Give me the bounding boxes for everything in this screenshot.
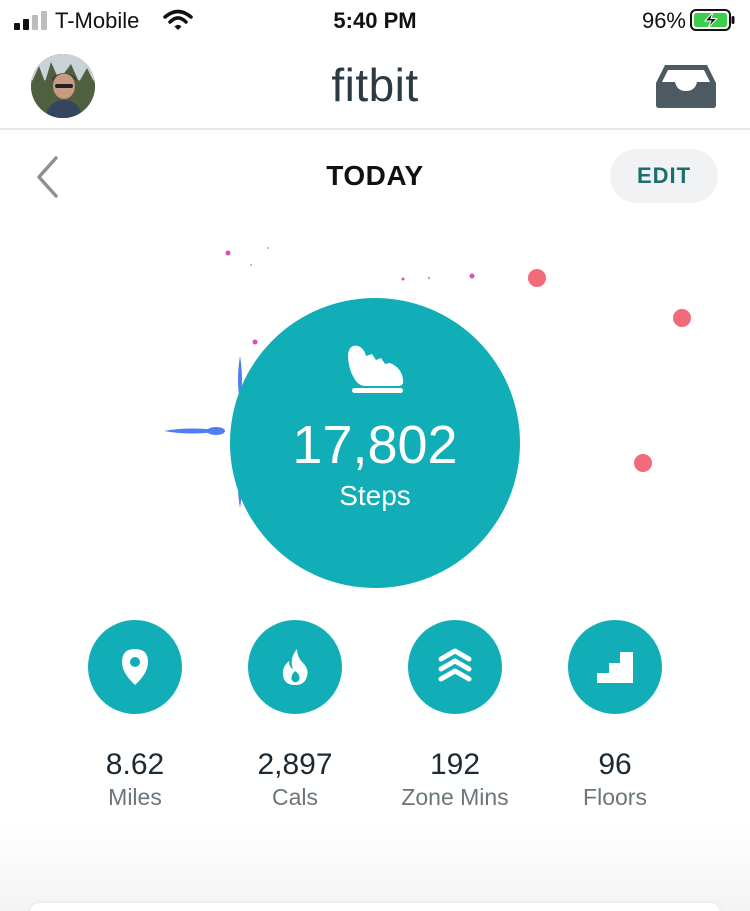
stat-value: 192 — [429, 748, 481, 781]
steps-hero: 17,802 Steps — [0, 222, 750, 612]
stat-label: Miles — [108, 784, 162, 810]
flame-icon — [282, 649, 308, 685]
stat-label: Cals — [271, 784, 318, 810]
stairs-icon — [597, 652, 633, 683]
clock: 5:40 PM — [333, 8, 417, 33]
stat-floors[interactable]: 96 Floors — [535, 620, 695, 820]
stat-floors-badge — [568, 620, 662, 714]
stat-label: Floors — [583, 784, 647, 810]
steps-label: Steps — [339, 480, 411, 511]
stats-row: 8.62 Miles 2,897 Cals 192 Zone Mins 96 F… — [0, 620, 750, 820]
stat-value: 96 — [598, 748, 632, 781]
battery-percent: 96% — [641, 8, 686, 33]
stat-zone-mins[interactable]: 192 Zone Mins — [375, 620, 535, 820]
steps-tile[interactable]: 17,802 Steps — [230, 298, 520, 588]
stat-cals[interactable]: 2,897 Cals — [215, 620, 375, 820]
dashboard-background — [0, 820, 750, 911]
stat-zone-mins-badge — [408, 620, 502, 714]
app-header: fitbit — [0, 40, 750, 130]
steps-value: 17,802 — [292, 415, 458, 475]
stat-value: 8.62 — [105, 748, 165, 781]
battery-charging-icon — [690, 9, 735, 31]
location-pin-icon — [122, 649, 148, 685]
stat-miles-badge — [88, 620, 182, 714]
stat-cals-badge — [248, 620, 342, 714]
app-logo: fitbit — [331, 59, 419, 111]
stat-label: Zone Mins — [401, 784, 509, 810]
next-tile-card[interactable] — [30, 903, 720, 911]
edit-button[interactable]: EDIT — [610, 149, 718, 203]
date-nav: TODAY EDIT — [0, 132, 750, 222]
inbox-icon[interactable] — [655, 63, 717, 109]
shoe-icon — [348, 345, 404, 393]
stat-value: 2,897 — [257, 748, 333, 781]
chevrons-up-icon — [438, 648, 472, 682]
stat-miles[interactable]: 8.62 Miles — [55, 620, 215, 820]
status-bar: T-Mobile 5:40 PM 96% — [0, 0, 750, 40]
